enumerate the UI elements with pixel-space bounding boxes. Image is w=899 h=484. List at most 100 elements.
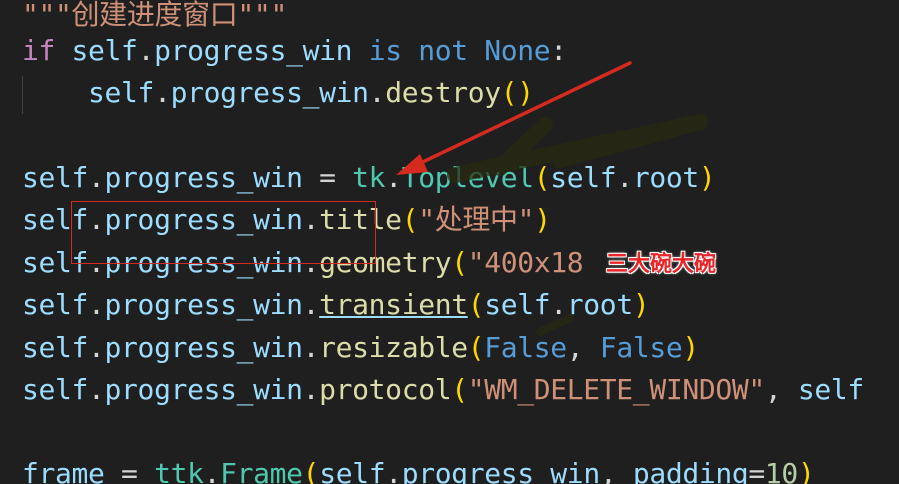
code-token: ( — [302, 457, 320, 484]
code-token: . — [302, 288, 320, 321]
code-token: . — [302, 203, 320, 236]
code-editor[interactable]: """创建进度窗口""" if self.progress_win is not … — [0, 0, 899, 484]
code-token: self — [22, 331, 89, 364]
code-token: self — [88, 76, 155, 109]
code-token: ) — [797, 457, 815, 484]
code-token: progress_win — [104, 373, 303, 406]
code-token: self — [22, 203, 89, 236]
code-token: . — [302, 246, 320, 279]
code-token: progress_win — [104, 161, 303, 194]
code-token: padding — [632, 457, 749, 484]
code-token: ( — [467, 288, 485, 321]
code-token: , — [566, 331, 600, 364]
code-token: 10 — [764, 457, 798, 484]
code-token: . — [137, 34, 155, 67]
code-line[interactable]: self.progress_win.destroy() — [22, 72, 534, 114]
code-token: , — [764, 373, 798, 406]
code-line[interactable]: if self.progress_win is not None: — [22, 30, 567, 72]
code-token: self — [550, 161, 617, 194]
code-token: self — [22, 288, 89, 321]
code-token: "处理中" — [418, 203, 535, 236]
code-token: "400x18 — [467, 246, 584, 279]
code-token: = — [748, 457, 765, 484]
code-token: progress_win — [104, 331, 303, 364]
code-token: is — [368, 34, 402, 67]
code-token: progress_win — [401, 457, 600, 484]
code-token: () — [500, 76, 534, 109]
code-line[interactable]: self.progress_win.geometry("400x18 — [22, 242, 584, 284]
code-token: not — [418, 34, 468, 67]
code-line[interactable]: frame = ttk.Frame(self.progress_win, pad… — [22, 453, 815, 484]
code-token: = — [302, 161, 353, 194]
code-token: self — [22, 373, 89, 406]
code-token: . — [88, 288, 105, 321]
code-token: ) — [698, 161, 716, 194]
code-token: progress_win — [104, 203, 303, 236]
code-token: ) — [534, 203, 551, 236]
code-token: geometry — [319, 246, 452, 279]
code-line[interactable]: self.progress_win.title("处理中") — [22, 199, 551, 241]
code-token: . — [302, 331, 320, 364]
code-token: Toplevel — [401, 161, 534, 194]
code-token: ) — [682, 331, 699, 364]
code-line[interactable]: self.progress_win.resizable(False, False… — [22, 327, 699, 369]
code-token: Frame — [220, 457, 303, 484]
code-token: self — [22, 246, 89, 279]
code-token: self — [319, 457, 386, 484]
code-token: . — [385, 161, 402, 194]
code-token: transient — [319, 288, 468, 321]
code-token: title — [319, 203, 402, 236]
code-token: . — [302, 373, 320, 406]
code-token: . — [154, 76, 171, 109]
code-token: . — [385, 457, 402, 484]
code-token: . — [203, 457, 221, 484]
code-token: resizable — [319, 331, 468, 364]
code-token: self — [484, 288, 551, 321]
code-token: ( — [451, 373, 468, 406]
code-token: = — [104, 457, 155, 484]
code-token: progress_win — [154, 34, 353, 67]
code-token: ( — [533, 161, 551, 194]
code-token: if — [22, 34, 56, 67]
code-token: ( — [401, 203, 419, 236]
code-token: root — [566, 288, 633, 321]
code-line[interactable]: self.progress_win = tk.Toplevel(self.roo… — [22, 157, 716, 199]
code-token: self — [22, 161, 89, 194]
code-token: . — [88, 161, 105, 194]
code-token: . — [88, 331, 105, 364]
code-token: , — [599, 457, 633, 484]
code-token: ttk — [154, 457, 204, 484]
code-token: : — [550, 34, 567, 67]
code-line[interactable]: self.progress_win.protocol("WM_DELETE_WI… — [22, 369, 864, 411]
code-token: progress_win — [104, 288, 303, 321]
code-token: . — [88, 246, 105, 279]
code-token: tk — [352, 161, 386, 194]
code-token: """创建进度窗口""" — [22, 0, 287, 31]
code-token: self — [797, 373, 864, 406]
code-token: "WM_DELETE_WINDOW" — [467, 373, 765, 406]
code-token: False — [599, 331, 683, 364]
code-line[interactable]: self.progress_win.transient(self.root) — [22, 284, 650, 326]
code-token: ) — [632, 288, 650, 321]
code-token: . — [88, 373, 105, 406]
code-token: . — [550, 288, 567, 321]
code-token: . — [368, 76, 386, 109]
code-token: protocol — [319, 373, 452, 406]
code-token: self — [71, 34, 138, 67]
code-token: destroy — [385, 76, 501, 109]
code-token: . — [88, 203, 105, 236]
code-token: . — [616, 161, 633, 194]
code-token: root — [632, 161, 699, 194]
code-token: ( — [467, 331, 485, 364]
code-token: progress_win — [170, 76, 369, 109]
code-token: False — [484, 331, 567, 364]
code-token: progress_win — [104, 246, 303, 279]
code-token: ( — [451, 246, 468, 279]
code-token: None — [484, 34, 551, 67]
code-token: frame — [22, 457, 105, 484]
